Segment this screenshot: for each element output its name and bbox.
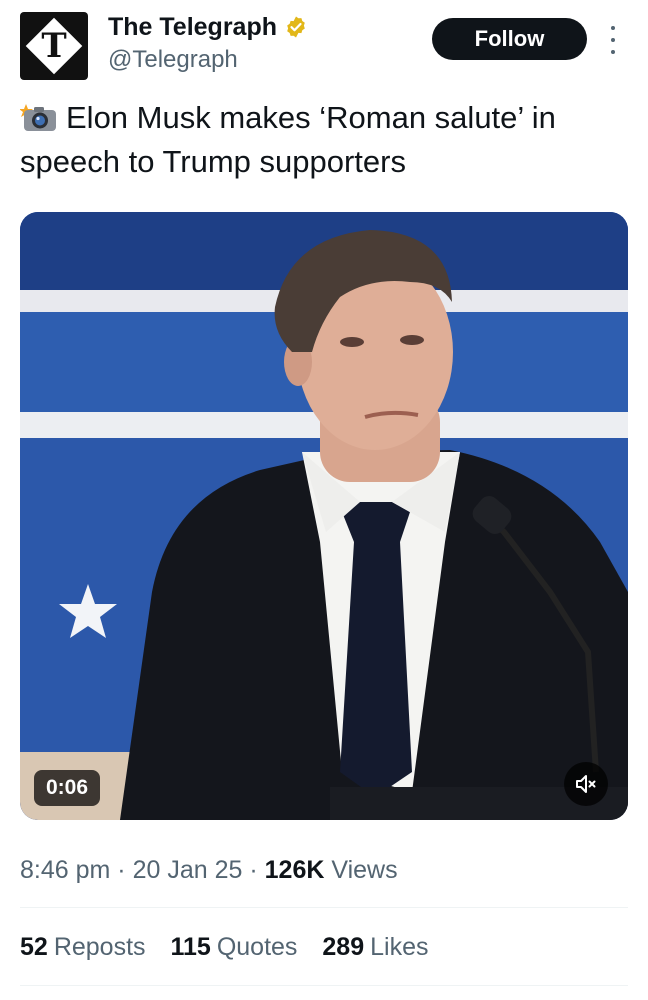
engagement-stats: 52 Reposts 115 Quotes 289 Likes — [20, 929, 446, 965]
reposts-stat[interactable]: 52 Reposts — [20, 929, 146, 965]
quotes-stat[interactable]: 115 Quotes — [170, 929, 297, 965]
more-dot — [611, 38, 615, 42]
speaker-muted-icon[interactable] — [564, 762, 608, 806]
video-frame — [20, 212, 628, 820]
tweet-time[interactable]: 8:46 pm — [20, 856, 110, 884]
divider — [20, 985, 628, 986]
reposts-count: 52 — [20, 933, 48, 961]
verified-badge-icon — [287, 16, 305, 38]
tweet-meta: 8:46 pm · 20 Jan 25 · 126K Views — [20, 852, 398, 888]
tweet-date[interactable]: 20 Jan 25 — [133, 856, 243, 884]
video-player[interactable]: 0:06 — [20, 212, 628, 820]
quotes-label: Quotes — [216, 933, 298, 961]
more-options-icon[interactable] — [605, 26, 621, 54]
video-duration-badge: 0:06 — [34, 770, 101, 806]
likes-count: 289 — [322, 933, 365, 961]
divider — [20, 907, 628, 908]
display-name[interactable]: The Telegraph — [108, 12, 277, 42]
tweet-body: Elon Musk makes ‘Roman salute’ in speech… — [20, 100, 556, 179]
camera-flash-icon — [20, 104, 56, 131]
follow-button[interactable]: Follow — [432, 18, 587, 60]
meta-separator: · — [117, 856, 126, 884]
views-label: Views — [331, 856, 398, 884]
mute-glyph — [576, 775, 596, 793]
more-dot — [611, 50, 615, 54]
quotes-count: 115 — [170, 933, 211, 961]
account-handle[interactable]: @Telegraph — [108, 44, 308, 76]
tweet-text: Elon Musk makes ‘Roman salute’ in speech… — [20, 96, 628, 184]
likes-stat[interactable]: 289 Likes — [322, 929, 428, 965]
views-count: 126K — [264, 856, 325, 884]
more-dot — [611, 26, 615, 30]
account-name-block: The Telegraph @Telegraph — [108, 12, 308, 76]
avatar-logo-letter: T — [41, 26, 67, 66]
likes-label: Likes — [370, 933, 429, 961]
reposts-label: Reposts — [53, 933, 146, 961]
tweet-header: T The Telegraph @Telegraph Follow — [20, 12, 628, 80]
display-name-row: The Telegraph — [108, 12, 308, 42]
account-avatar[interactable]: T — [20, 12, 88, 80]
meta-separator: · — [249, 856, 258, 884]
